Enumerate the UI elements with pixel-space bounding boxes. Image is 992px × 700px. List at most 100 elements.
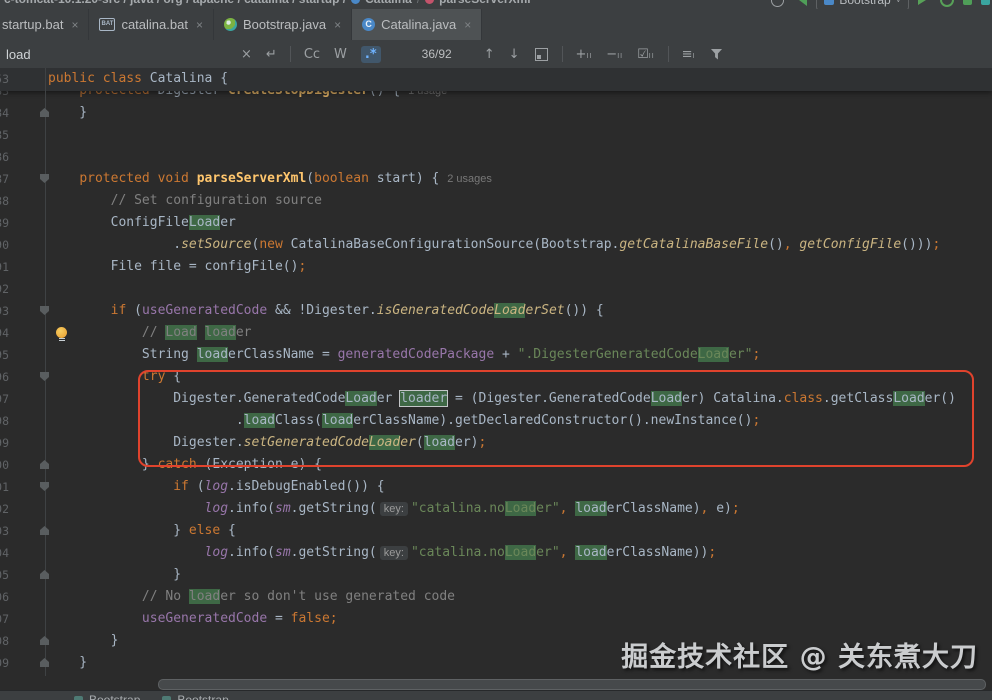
close-tab-icon[interactable]: ×	[196, 18, 203, 32]
code-line[interactable]: 394 // Load loader	[0, 322, 992, 344]
code-line[interactable]: 407 useGeneratedCode = false;	[0, 608, 992, 630]
gutter	[9, 102, 48, 124]
line-number: 401	[0, 476, 9, 498]
checkbox-icon: ☑	[637, 47, 649, 62]
sticky-class-header[interactable]: 53public class Catalina {	[0, 68, 992, 91]
user-avatar-icon[interactable]	[771, 0, 784, 7]
minus-icon: −	[606, 47, 617, 62]
breadcrumb-method[interactable]: parseServerXml	[439, 0, 530, 6]
code-line[interactable]: 387 protected void parseServerXml(boolea…	[0, 168, 992, 190]
horizontal-scrollbar-track[interactable]	[0, 676, 992, 690]
search-match: Load	[505, 545, 536, 560]
code-line[interactable]: 389 ConfigFileLoader	[0, 212, 992, 234]
fold-start-icon[interactable]	[40, 372, 49, 381]
line-number: 385	[0, 124, 9, 146]
code-text: // Set configuration source	[48, 190, 322, 212]
fold-end-icon[interactable]	[40, 460, 49, 469]
breadcrumb-class[interactable]: Catalina	[365, 0, 412, 6]
code-line[interactable]: 403 } else {	[0, 520, 992, 542]
regex-toggle[interactable]: .*	[361, 46, 381, 63]
words-toggle[interactable]: W	[334, 47, 347, 62]
rerun-button[interactable]	[940, 0, 954, 7]
clipped-code-line: 383 protected Digester createStopDigeste…	[0, 91, 992, 102]
breadcrumb-path[interactable]: c-tomcat-10.1.20-src / java / org / apac…	[4, 0, 346, 6]
code-line[interactable]: 395 String loaderClassName = generatedCo…	[0, 344, 992, 366]
gutter	[9, 476, 48, 498]
line-number: 403	[0, 520, 9, 542]
fold-end-icon[interactable]	[40, 526, 49, 535]
tab-startup.bat[interactable]: startup.bat×	[0, 9, 89, 40]
tab-Bootstrap.java[interactable]: Bootstrap.java×	[214, 9, 352, 40]
add-occurrence-button[interactable]: + II	[576, 47, 593, 62]
code-text: public class Catalina {	[48, 68, 228, 90]
fold-end-icon[interactable]	[40, 658, 49, 667]
search-match: load	[205, 325, 236, 340]
gutter	[9, 520, 48, 542]
next-match-button[interactable]: ↓	[509, 47, 520, 62]
code-line[interactable]: 393 if (useGeneratedCode && !Digester.is…	[0, 300, 992, 322]
coverage-button[interactable]	[981, 0, 990, 5]
fold-start-icon[interactable]	[40, 306, 49, 315]
fold-start-icon[interactable]	[40, 482, 49, 491]
line-number: 396	[0, 366, 9, 388]
fold-end-icon[interactable]	[40, 636, 49, 645]
code-line[interactable]: 53public class Catalina {	[0, 68, 228, 90]
code-text: }	[48, 630, 118, 652]
intention-bulb-icon[interactable]	[56, 327, 67, 338]
line-number: 392	[0, 278, 9, 300]
gutter	[9, 542, 48, 564]
chevron-down-icon: ˅	[896, 0, 901, 5]
close-tab-icon[interactable]: ×	[464, 18, 471, 32]
run-button[interactable]	[918, 0, 931, 5]
fold-start-icon[interactable]	[40, 174, 49, 183]
gutter	[9, 498, 48, 520]
code-editor[interactable]: 53public class Catalina { 383 protected …	[0, 68, 992, 676]
filter-search-results-button[interactable]: ≡ I	[682, 47, 696, 62]
code-line[interactable]: 392	[0, 278, 992, 300]
gutter	[9, 608, 48, 630]
line-number: 402	[0, 498, 9, 520]
line-number: 397	[0, 388, 9, 410]
code-line[interactable]: 406 // No loader so don't use generated …	[0, 586, 992, 608]
back-arrow-icon[interactable]	[793, 0, 807, 6]
code-line[interactable]: 384 }	[0, 102, 992, 124]
filter-funnel-icon[interactable]	[711, 49, 723, 60]
close-tab-icon[interactable]: ×	[71, 18, 78, 32]
code-line[interactable]: 404 log.info(sm.getString(key:"catalina.…	[0, 542, 992, 564]
gutter	[9, 410, 48, 432]
newline-icon[interactable]: ↵	[266, 47, 277, 62]
code-line[interactable]: 390 .setSource(new CatalinaBaseConfigura…	[0, 234, 992, 256]
class-icon	[351, 0, 360, 4]
code-line[interactable]: 402 log.info(sm.getString(key:"catalina.…	[0, 498, 992, 520]
gutter	[9, 652, 48, 674]
find-bar: load × ↵ Cc W .* 36/92 ↑ ↓ + II − II ☑ I…	[0, 40, 992, 69]
close-tab-icon[interactable]: ×	[334, 18, 341, 32]
remove-occurrence-button[interactable]: − II	[606, 47, 623, 62]
breadcrumb[interactable]: c-tomcat-10.1.20-src / java / org / apac…	[4, 0, 531, 6]
fold-end-icon[interactable]	[40, 570, 49, 579]
fold-end-icon[interactable]	[40, 108, 49, 117]
divider	[562, 46, 563, 62]
code-text: }	[48, 564, 181, 586]
code-line[interactable]: 388 // Set configuration source	[0, 190, 992, 212]
select-all-occurrences-button[interactable]: ☑ II	[637, 47, 655, 62]
code-line[interactable]: 385	[0, 124, 992, 146]
open-in-tool-window-icon[interactable]	[535, 48, 548, 61]
code-line[interactable]: 391 File file = configFile();	[0, 256, 992, 278]
horizontal-scrollbar-thumb[interactable]	[158, 679, 986, 690]
tab-catalina.bat[interactable]: BATcatalina.bat×	[89, 9, 214, 40]
filter-lines-sub: I	[693, 53, 696, 60]
code-text: protected void parseServerXml(boolean st…	[48, 168, 492, 190]
search-input[interactable]: load	[0, 47, 234, 62]
code-line[interactable]: 405 }	[0, 564, 992, 586]
code-line[interactable]: 383 protected Digester createStopDigeste…	[0, 91, 992, 102]
code-line[interactable]: 401 if (log.isDebugEnabled()) {	[0, 476, 992, 498]
clear-search-icon[interactable]: ×	[241, 47, 252, 62]
code-line[interactable]: 386	[0, 146, 992, 168]
search-match: load	[197, 347, 228, 362]
debug-button[interactable]	[963, 0, 972, 5]
tab-Catalina.java[interactable]: CCatalina.java×	[352, 9, 482, 40]
match-case-toggle[interactable]: Cc	[304, 47, 320, 62]
previous-match-button[interactable]: ↑	[484, 47, 495, 62]
gutter	[9, 300, 48, 322]
